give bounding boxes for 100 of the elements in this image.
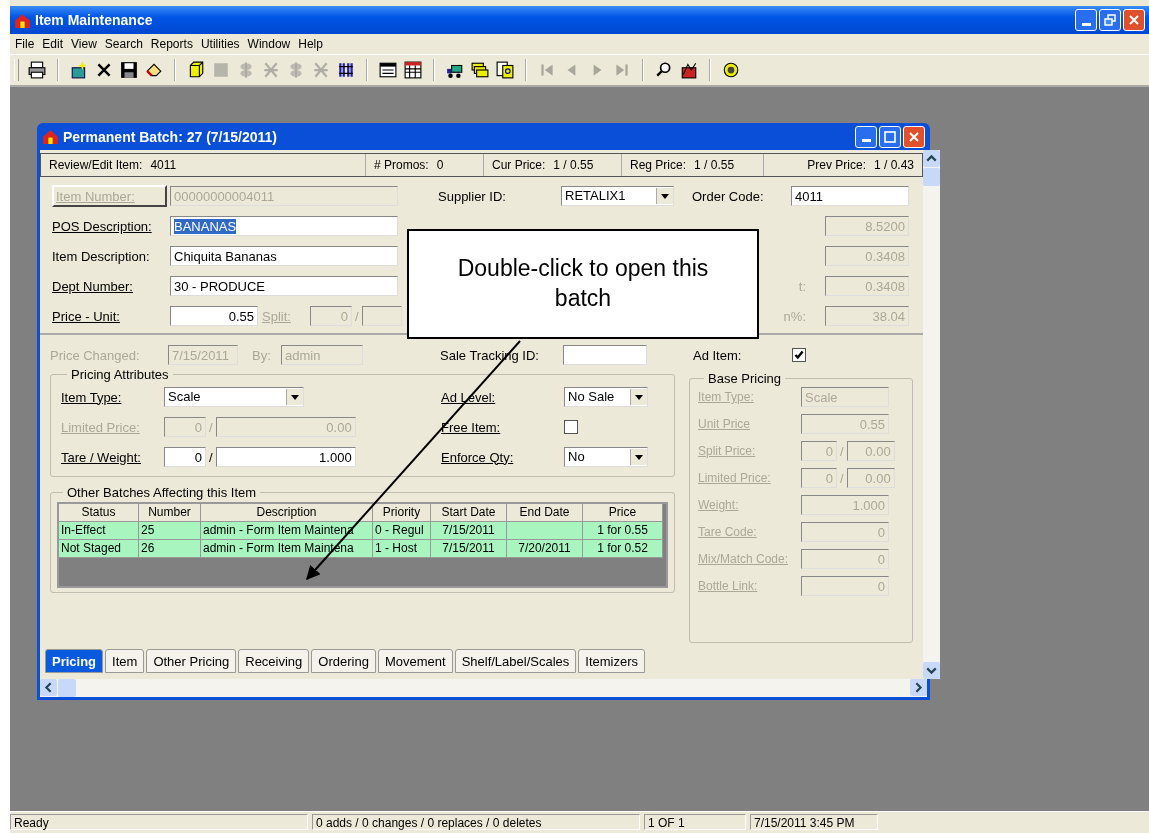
column-header[interactable]: Description [201, 504, 373, 522]
header-label: Reg Price: [630, 158, 687, 172]
window-title: Permanent Batch: 27 (7/15/2011) [63, 128, 278, 145]
column-header[interactable]: Number [139, 504, 201, 522]
group-title: Pricing Attributes [70, 367, 170, 382]
minimize-button[interactable] [1075, 9, 1097, 31]
dropdown-field[interactable]: No Sale [564, 387, 648, 407]
scroll-down-icon[interactable] [923, 662, 940, 679]
scroll-up-icon[interactable] [923, 150, 940, 167]
table-cell: 1 - Host [373, 540, 431, 558]
coin-icon[interactable] [722, 61, 740, 79]
dropdown-caret-icon [630, 389, 647, 405]
printer-icon[interactable] [28, 61, 46, 79]
checkbox[interactable] [792, 348, 806, 362]
menu-item[interactable]: Search [101, 37, 148, 51]
status-panel: Ready [10, 813, 308, 830]
text-field[interactable] [563, 345, 647, 365]
search-icon[interactable] [655, 61, 673, 79]
field-label: Item Type: [61, 389, 123, 405]
save-icon[interactable] [120, 61, 138, 79]
field-label: Enforce Qty: [441, 449, 515, 465]
house-icon [42, 128, 59, 145]
dropdown-caret-icon [630, 449, 647, 465]
checkbox[interactable] [564, 420, 578, 434]
document-question-icon[interactable] [496, 61, 514, 79]
text-field[interactable]: Chiquita Bananas [170, 246, 398, 266]
delete-icon[interactable] [95, 61, 113, 79]
tab[interactable]: Other Pricing [146, 649, 237, 673]
text-field[interactable]: BANANAS [170, 216, 398, 236]
scroll-left-icon[interactable] [40, 679, 57, 696]
menu-item[interactable]: Help [295, 37, 328, 51]
tab[interactable]: Itemizers [578, 649, 646, 673]
close-button[interactable] [903, 125, 925, 148]
field-label: Bottle Link: [698, 579, 759, 593]
restore-icon [1102, 12, 1118, 28]
field-label: Ad Item: [693, 347, 743, 363]
dropdown-caret-icon [286, 389, 303, 405]
header-value: 0 [436, 158, 444, 172]
dropdown-field[interactable]: Scale [164, 387, 304, 407]
header-label: # Promos: [374, 158, 429, 172]
menu-item[interactable]: Utilities [197, 37, 245, 51]
table-cell: 0 - Regul [373, 522, 431, 540]
new-item-icon[interactable] [70, 61, 88, 79]
text-field[interactable]: 1.000 [215, 447, 356, 467]
stacked-cards-icon[interactable] [471, 61, 489, 79]
form-window-icon[interactable] [379, 61, 397, 79]
tab[interactable]: Shelf/Label/Scales [454, 649, 577, 673]
separator-text: / [354, 308, 359, 324]
text-field[interactable]: 30 - PRODUCE [170, 276, 398, 296]
field-label: Tare Code: [698, 525, 758, 539]
horizontal-scrollbar[interactable] [40, 679, 927, 697]
text-field[interactable]: 0.55 [170, 306, 258, 326]
column-header[interactable]: Price [583, 504, 663, 522]
group-title: Base Pricing [707, 371, 782, 386]
vertical-scrollbar[interactable] [923, 150, 940, 679]
field-label: Supplier ID: [438, 188, 507, 204]
column-header[interactable]: Status [59, 504, 139, 522]
table-cell: 7/20/2011 [507, 540, 583, 558]
restore-button[interactable] [1099, 9, 1121, 31]
scroll-thumb[interactable] [923, 168, 940, 186]
column-header[interactable]: Start Date [431, 504, 507, 522]
table-cell: 1 for 0.55 [583, 522, 663, 540]
field-label: Mix/Match Code: [698, 552, 790, 566]
app-title: Item Maintenance [35, 12, 154, 28]
text-field[interactable]: 4011 [791, 186, 909, 206]
grid-icon[interactable] [404, 61, 422, 79]
eraser-icon[interactable] [145, 61, 163, 79]
field-label: Free Item: [441, 419, 502, 435]
tab[interactable]: Movement [377, 649, 453, 673]
tab[interactable]: Pricing [45, 649, 104, 673]
status-panel: 7/15/2011 3:45 PM [750, 813, 878, 830]
chart-icon[interactable] [680, 61, 698, 79]
field-label: Split: [262, 308, 291, 324]
minimize-button[interactable] [855, 125, 877, 148]
table-cell: 7/15/2011 [431, 540, 507, 558]
field-label: Limited Price: [61, 419, 141, 435]
menu-item[interactable]: Reports [147, 37, 198, 51]
menu-item[interactable]: Edit [39, 37, 69, 51]
tab[interactable]: Ordering [311, 649, 376, 673]
scroll-right-icon[interactable] [910, 679, 927, 696]
column-header[interactable]: Priority [373, 504, 431, 522]
box-icon[interactable] [187, 61, 205, 79]
dropdown-field[interactable]: RETALIX1 [561, 186, 674, 206]
header-value: 1 / 0.55 [694, 158, 735, 172]
text-field[interactable]: 0 [164, 447, 206, 467]
column-header[interactable]: End Date [507, 504, 583, 522]
dropdown-field[interactable]: No [564, 447, 648, 467]
close-button[interactable] [1123, 9, 1145, 31]
field-label: Item Description: [52, 248, 151, 264]
scroll-thumb[interactable] [58, 679, 76, 697]
field-label: By: [252, 347, 272, 363]
columns-icon[interactable] [337, 61, 355, 79]
separator-text: / [840, 470, 844, 486]
menu-item[interactable]: File [12, 37, 40, 51]
maximize-button[interactable] [879, 125, 901, 148]
menu-item[interactable]: View [68, 37, 102, 51]
tab[interactable]: Receiving [238, 649, 310, 673]
tab[interactable]: Item [105, 649, 145, 673]
menu-item[interactable]: Window [244, 37, 296, 51]
field-label: Price - Unit: [52, 308, 121, 324]
